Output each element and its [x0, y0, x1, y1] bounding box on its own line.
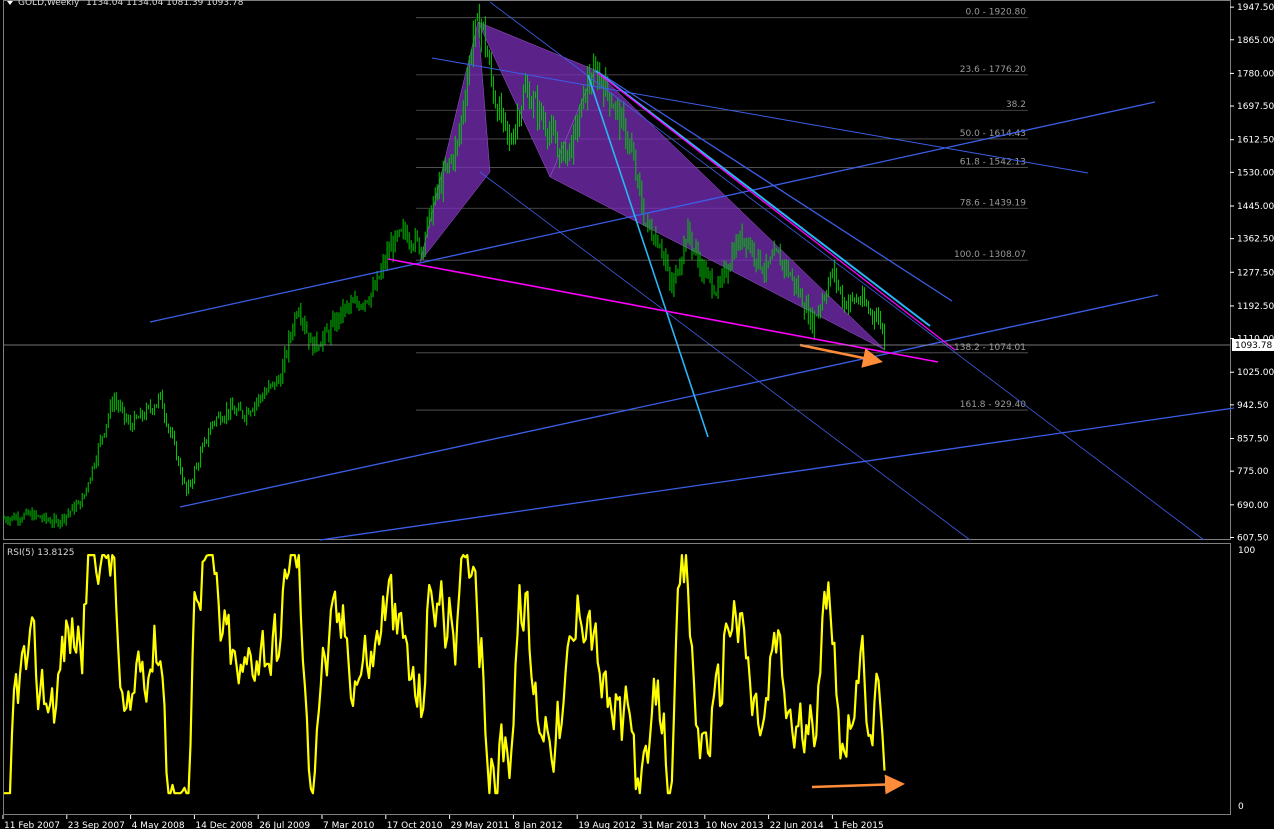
symbol-title: GOLD,Weekly — [18, 0, 80, 8]
chart-header: GOLD,Weekly 1134.04 1134.04 1081.39 1093… — [7, 0, 244, 8]
date-tick-label: 31 Mar 2013 — [642, 821, 699, 829]
price-tick-label: 1947.50 — [1237, 3, 1274, 13]
date-tick-label: 23 Sep 2007 — [68, 821, 125, 829]
fib-level-label: 78.6 - 1439.19 — [960, 198, 1026, 208]
date-tick-label: 29 May 2011 — [451, 821, 510, 829]
price-tick-label: 942.50 — [1237, 401, 1269, 411]
price-tick-label: 607.50 — [1237, 533, 1269, 543]
price-tick-label: 1780.00 — [1237, 69, 1274, 79]
ohlc-values: 1134.04 1134.04 1081.39 1093.78 — [86, 0, 244, 8]
rsi-tick-label: 0 — [1238, 802, 1244, 812]
fib-level-label: 23.6 - 1776.20 — [960, 65, 1026, 75]
price-tick-label: 1865.00 — [1237, 36, 1274, 46]
date-tick-label: 14 Dec 2008 — [195, 821, 253, 829]
fib-level-label: 161.8 - 929.40 — [960, 400, 1026, 410]
trading-chart[interactable]: GOLD,Weekly 1134.04 1134.04 1081.39 1093… — [0, 0, 1274, 829]
current-price-label: 1093.78 — [1235, 341, 1272, 351]
date-tick-label: 11 Feb 2007 — [4, 821, 60, 829]
price-tick-label: 1530.00 — [1237, 168, 1274, 178]
price-tick-label: 1697.50 — [1237, 102, 1274, 112]
price-tick-label: 1025.00 — [1237, 368, 1274, 378]
date-tick-label: 17 Oct 2010 — [387, 821, 443, 829]
price-tick-label: 1445.00 — [1237, 202, 1274, 212]
date-tick-label: 7 Mar 2010 — [323, 821, 375, 829]
price-tick-label: 1362.50 — [1237, 235, 1274, 245]
price-panel — [3, 0, 1231, 540]
price-tick-label: 1192.50 — [1237, 302, 1274, 312]
fib-level-label: 38.2 — [1006, 100, 1026, 110]
current-price-tag: 1093.78 — [1232, 339, 1274, 351]
fib-level-label: 100.0 - 1308.07 — [954, 250, 1026, 260]
price-axis: 1947.50 1865.00 1780.00 1697.50 1612.50 1530.… — [1230, 3, 1274, 543]
date-tick-label: 19 Aug 2012 — [578, 821, 636, 829]
date-tick-label: 8 Jan 2012 — [514, 821, 562, 829]
rsi-panel — [3, 543, 1231, 815]
fib-level-label: 61.8 - 1542.13 — [960, 158, 1026, 168]
rsi-title: RSI(5) 13.8125 — [7, 548, 74, 558]
date-tick-label: 4 May 2008 — [132, 821, 185, 829]
rsi-axis: 100 0 — [1238, 546, 1255, 812]
date-tick-label: 22 Jun 2014 — [770, 821, 824, 829]
date-tick-label: 1 Feb 2015 — [833, 821, 883, 829]
date-tick-label: 26 Jul 2009 — [259, 821, 310, 829]
price-tick-label: 775.00 — [1237, 467, 1269, 477]
price-tick-label: 690.00 — [1237, 501, 1269, 511]
fib-level-label: 138.2 - 1074.01 — [954, 343, 1026, 353]
price-tick-label: 1612.50 — [1237, 136, 1274, 146]
price-tick-label: 1277.50 — [1237, 268, 1274, 278]
fib-level-label: 0.0 - 1920.80 — [966, 8, 1027, 18]
date-tick-label: 10 Nov 2013 — [706, 821, 764, 829]
rsi-tick-label: 100 — [1238, 546, 1255, 556]
date-axis: 11 Feb 2007 23 Sep 2007 4 May 2008 14 Dec 2… — [2, 815, 884, 829]
price-tick-label: 857.50 — [1237, 435, 1269, 445]
